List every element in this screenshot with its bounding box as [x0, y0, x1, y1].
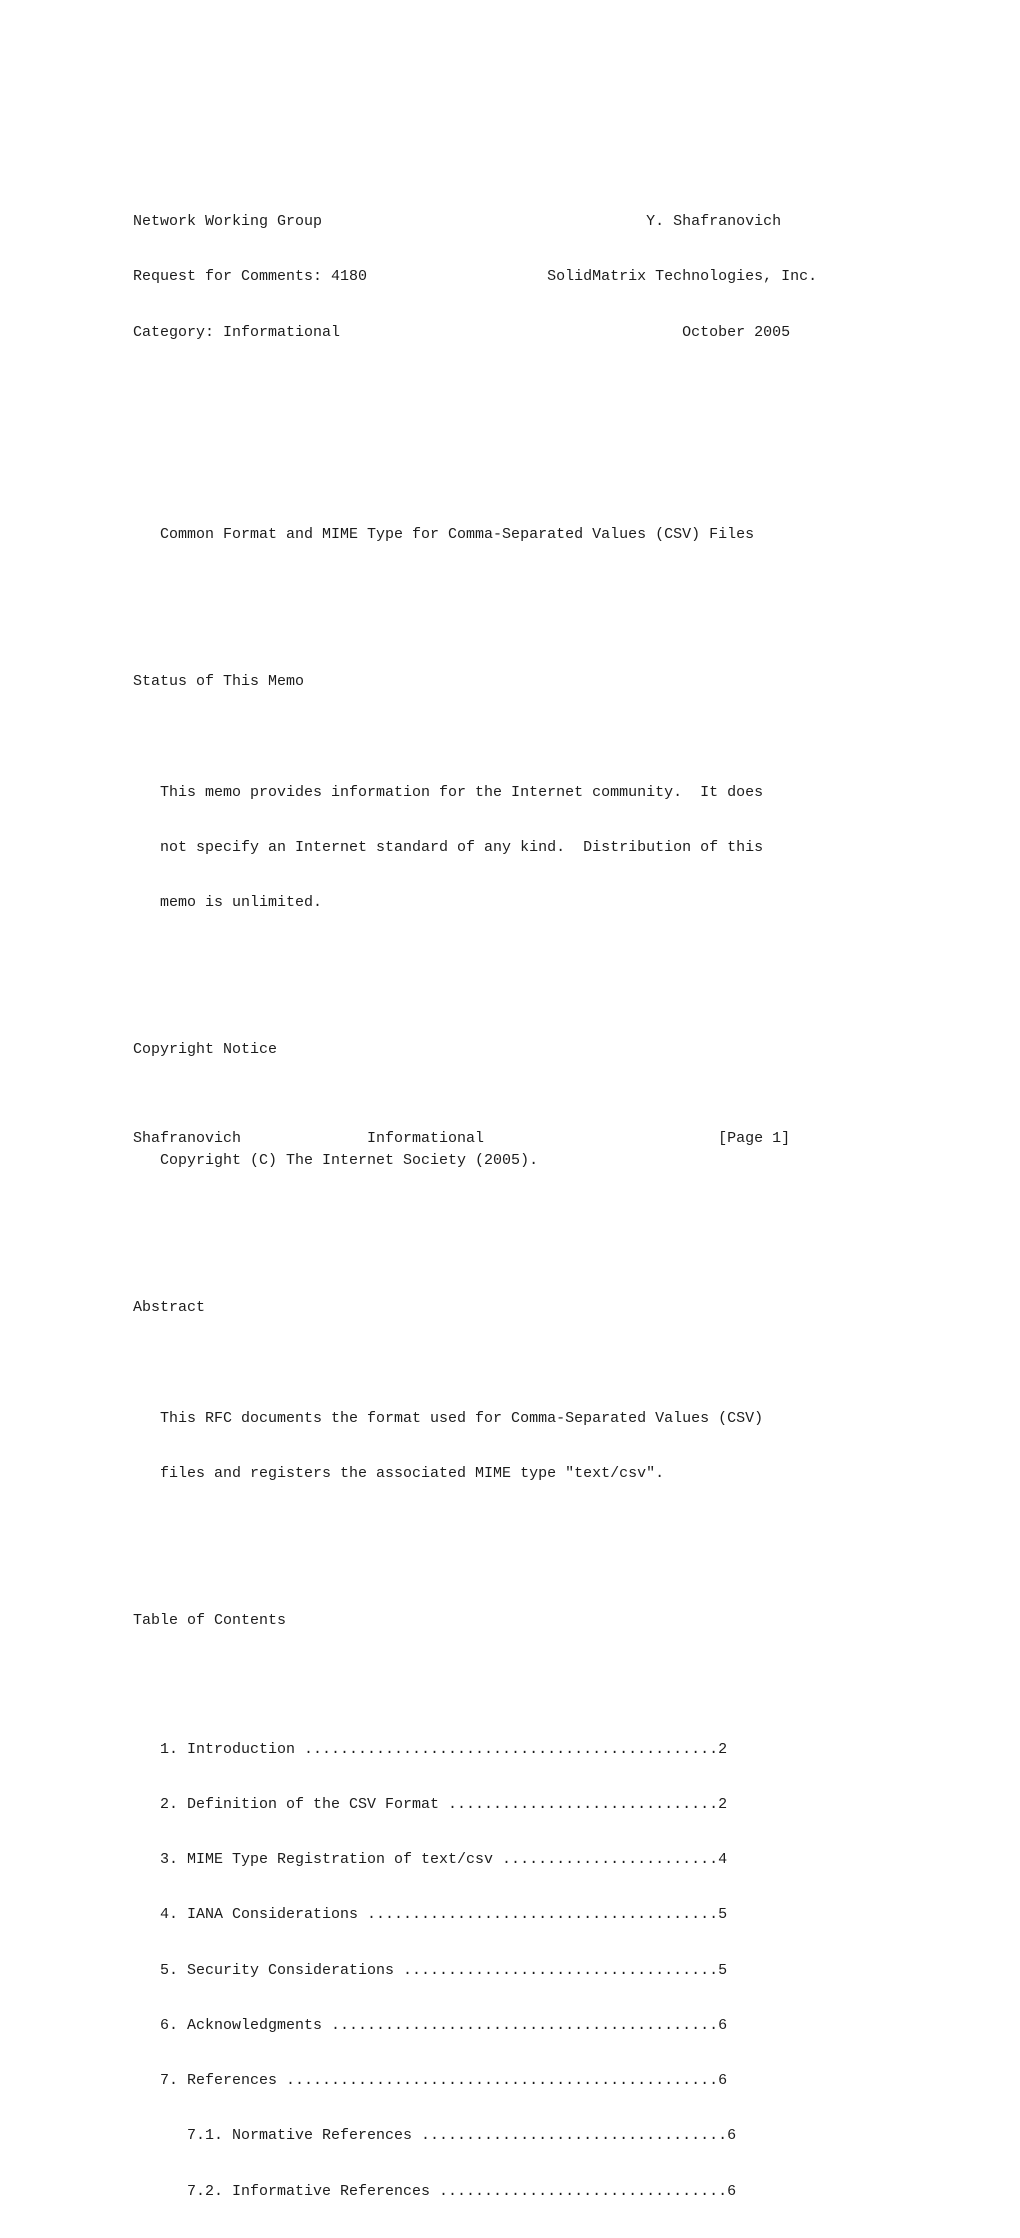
header-line-rfc-number: Request for Comments: 4180 SolidMatrix T… [133, 268, 818, 286]
toc-entry-definition-csv-format[interactable]: 2. Definition of the CSV Format ........… [133, 1796, 853, 1814]
footer-line: Shafranovich Informational [Page 1] [133, 1129, 791, 1147]
abstract-body-line: files and registers the associated MIME … [133, 1464, 665, 1482]
status-body-line: This memo provides information for the I… [133, 783, 764, 801]
status-body-line: not specify an Internet standard of any … [133, 838, 764, 856]
toc-entry-normative-references[interactable]: 7.1. Normative References ..............… [133, 2127, 853, 2145]
status-body-line: memo is unlimited. [133, 894, 323, 912]
header-line-working-group: Network Working Group Y. Shafranovich [133, 213, 782, 231]
toc-heading: Table of Contents [133, 1611, 287, 1629]
toc-entry-mime-type-registration[interactable]: 3. MIME Type Registration of text/csv ..… [133, 1851, 853, 1869]
header-line-category: Category: Informational October 2005 [133, 323, 791, 341]
toc-entry-informative-references[interactable]: 7.2. Informative References ............… [133, 2183, 853, 2201]
abstract-body-line: This RFC documents the format used for C… [133, 1409, 764, 1427]
toc-entry-acknowledgments[interactable]: 6. Acknowledgments .....................… [133, 2017, 853, 2035]
toc-entry-iana-considerations[interactable]: 4. IANA Considerations .................… [133, 1906, 853, 1924]
section-heading-copyright-notice: Copyright Notice [133, 1041, 278, 1059]
section-heading-abstract: Abstract [133, 1299, 206, 1317]
rfc-document-body: Network Working Group Y. Shafranovich Re… [133, 158, 853, 2238]
page-footer: Shafranovich Informational [Page 1] [133, 1093, 853, 1167]
toc-entry-introduction[interactable]: 1. Introduction ........................… [133, 1741, 853, 1759]
section-heading-status-of-this-memo: Status of This Memo [133, 673, 305, 691]
document-title: Common Format and MIME Type for Comma-Se… [133, 526, 755, 544]
toc-entry-references[interactable]: 7. References ..........................… [133, 2072, 853, 2090]
toc-entry-security-considerations[interactable]: 5. Security Considerations .............… [133, 1962, 853, 1980]
